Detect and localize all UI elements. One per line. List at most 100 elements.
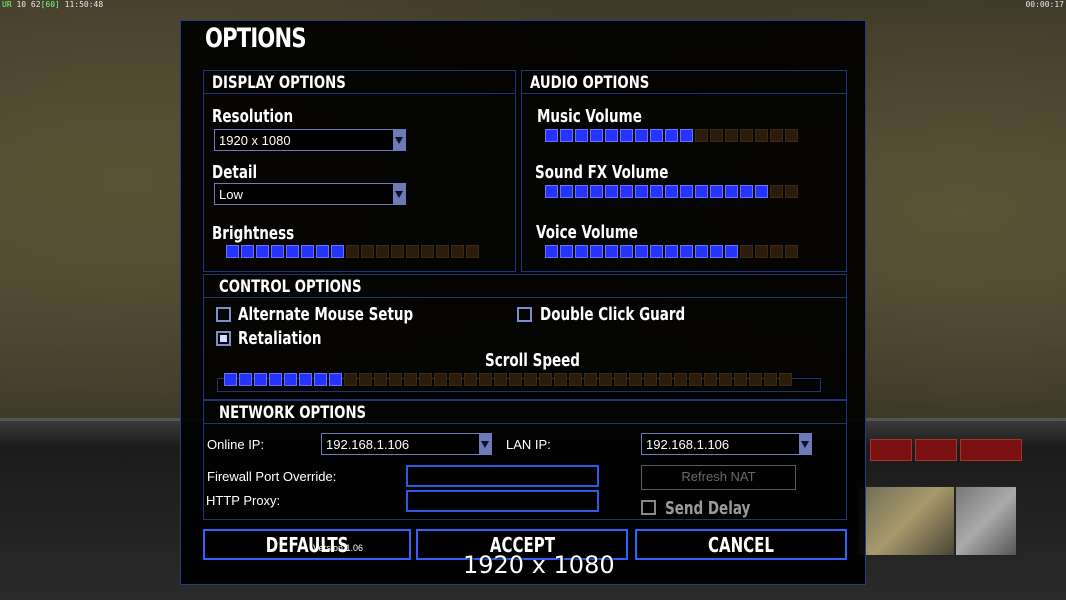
slider-segment[interactable] (560, 185, 573, 198)
slider-segment[interactable] (449, 373, 462, 386)
refresh-nat-button[interactable]: Refresh NAT (641, 465, 796, 490)
chevron-down-icon[interactable] (799, 434, 811, 454)
scroll-speed-slider[interactable] (224, 373, 792, 387)
slider-segment[interactable] (545, 129, 558, 142)
slider-segment[interactable] (344, 373, 357, 386)
http-proxy-input[interactable] (406, 490, 599, 512)
slider-segment[interactable] (226, 245, 239, 258)
slider-segment[interactable] (346, 245, 359, 258)
slider-segment[interactable] (674, 373, 687, 386)
slider-segment[interactable] (620, 129, 633, 142)
slider-segment[interactable] (421, 245, 434, 258)
retaliation-checkbox[interactable] (216, 331, 231, 346)
slider-segment[interactable] (605, 245, 618, 258)
slider-segment[interactable] (331, 245, 344, 258)
slider-segment[interactable] (299, 373, 312, 386)
slider-segment[interactable] (680, 245, 693, 258)
double-click-guard-checkbox[interactable] (517, 307, 532, 322)
slider-segment[interactable] (620, 185, 633, 198)
slider-segment[interactable] (361, 245, 374, 258)
voice-volume-slider[interactable] (545, 245, 798, 259)
slider-segment[interactable] (734, 373, 747, 386)
slider-segment[interactable] (239, 373, 252, 386)
slider-segment[interactable] (560, 245, 573, 258)
slider-segment[interactable] (740, 185, 753, 198)
slider-segment[interactable] (710, 185, 723, 198)
slider-segment[interactable] (509, 373, 522, 386)
sfx-volume-slider[interactable] (545, 185, 798, 199)
slider-segment[interactable] (755, 129, 768, 142)
slider-segment[interactable] (524, 373, 537, 386)
slider-segment[interactable] (374, 373, 387, 386)
slider-segment[interactable] (359, 373, 372, 386)
slider-segment[interactable] (406, 245, 419, 258)
slider-segment[interactable] (725, 185, 738, 198)
slider-segment[interactable] (740, 129, 753, 142)
slider-segment[interactable] (680, 185, 693, 198)
slider-segment[interactable] (749, 373, 762, 386)
slider-segment[interactable] (755, 245, 768, 258)
slider-segment[interactable] (575, 185, 588, 198)
slider-segment[interactable] (434, 373, 447, 386)
slider-segment[interactable] (659, 373, 672, 386)
slider-segment[interactable] (584, 373, 597, 386)
slider-segment[interactable] (254, 373, 267, 386)
slider-segment[interactable] (770, 245, 783, 258)
slider-segment[interactable] (635, 245, 648, 258)
slider-segment[interactable] (466, 245, 479, 258)
slider-segment[interactable] (650, 245, 663, 258)
slider-segment[interactable] (451, 245, 464, 258)
send-delay-checkbox[interactable] (641, 500, 656, 515)
slider-segment[interactable] (755, 185, 768, 198)
slider-segment[interactable] (545, 185, 558, 198)
slider-segment[interactable] (719, 373, 732, 386)
slider-segment[interactable] (271, 245, 284, 258)
slider-segment[interactable] (620, 245, 633, 258)
slider-segment[interactable] (680, 129, 693, 142)
slider-segment[interactable] (785, 129, 798, 142)
brightness-slider[interactable] (226, 245, 479, 259)
slider-segment[interactable] (554, 373, 567, 386)
slider-segment[interactable] (575, 245, 588, 258)
slider-segment[interactable] (575, 129, 588, 142)
slider-segment[interactable] (241, 245, 254, 258)
slider-segment[interactable] (629, 373, 642, 386)
slider-segment[interactable] (650, 185, 663, 198)
slider-segment[interactable] (419, 373, 432, 386)
slider-segment[interactable] (590, 245, 603, 258)
slider-segment[interactable] (635, 129, 648, 142)
slider-segment[interactable] (605, 185, 618, 198)
chevron-down-icon[interactable] (393, 184, 405, 204)
slider-segment[interactable] (599, 373, 612, 386)
slider-segment[interactable] (725, 245, 738, 258)
slider-segment[interactable] (650, 129, 663, 142)
slider-segment[interactable] (665, 185, 678, 198)
slider-segment[interactable] (764, 373, 777, 386)
slider-segment[interactable] (635, 185, 648, 198)
firewall-port-input[interactable] (406, 465, 599, 487)
slider-segment[interactable] (665, 245, 678, 258)
slider-segment[interactable] (725, 129, 738, 142)
slider-segment[interactable] (704, 373, 717, 386)
slider-segment[interactable] (710, 129, 723, 142)
detail-dropdown[interactable]: Low (214, 183, 406, 205)
lan-ip-dropdown[interactable]: 192.168.1.106 (641, 433, 812, 455)
slider-segment[interactable] (785, 245, 798, 258)
slider-segment[interactable] (224, 373, 237, 386)
slider-segment[interactable] (314, 373, 327, 386)
slider-segment[interactable] (545, 245, 558, 258)
slider-segment[interactable] (644, 373, 657, 386)
slider-segment[interactable] (710, 245, 723, 258)
slider-segment[interactable] (560, 129, 573, 142)
slider-segment[interactable] (770, 185, 783, 198)
cancel-button[interactable]: CANCEL (635, 529, 847, 560)
slider-segment[interactable] (695, 129, 708, 142)
slider-segment[interactable] (785, 185, 798, 198)
slider-segment[interactable] (301, 245, 314, 258)
slider-segment[interactable] (695, 245, 708, 258)
slider-segment[interactable] (740, 245, 753, 258)
slider-segment[interactable] (404, 373, 417, 386)
online-ip-dropdown[interactable]: 192.168.1.106 (321, 433, 492, 455)
slider-segment[interactable] (329, 373, 342, 386)
chevron-down-icon[interactable] (479, 434, 491, 454)
